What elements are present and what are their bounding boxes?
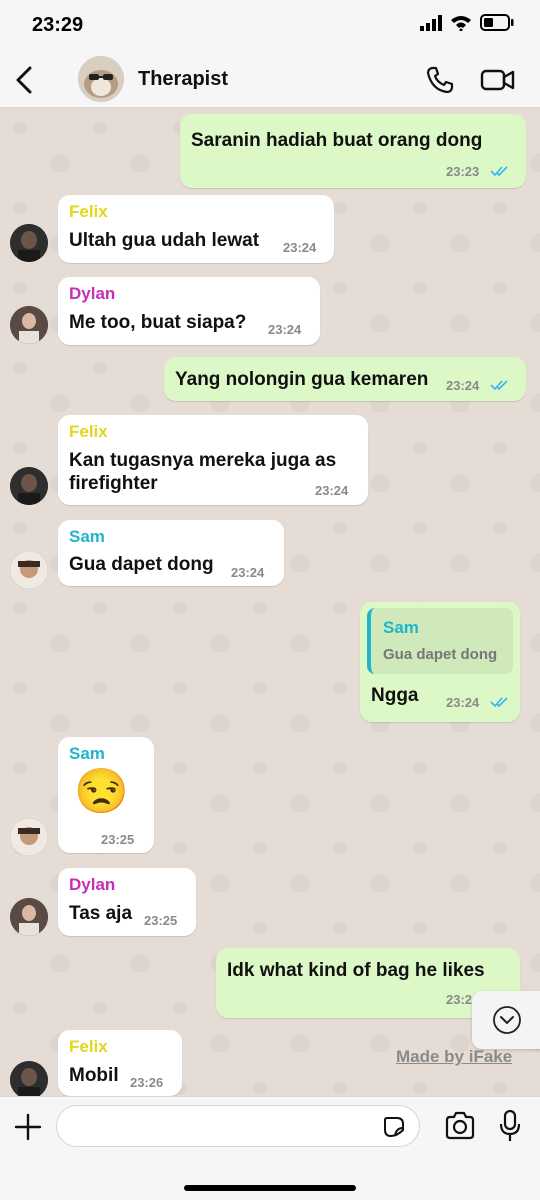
message-input[interactable]	[56, 1105, 420, 1147]
avatar-felix[interactable]	[10, 224, 48, 262]
message-time: 23:25	[101, 832, 135, 847]
sender-name: Dylan	[69, 284, 116, 303]
message-text: Gua dapet dong	[69, 554, 214, 575]
message-incoming[interactable]: Felix Kan tugasnya mereka juga as firefi…	[58, 415, 368, 505]
plus-icon[interactable]	[12, 1111, 44, 1143]
group-avatar[interactable]	[78, 56, 124, 102]
message-time: 23:24	[446, 695, 480, 710]
sender-name: Sam	[69, 527, 105, 546]
unamused-face-emoji: 😒	[74, 767, 129, 816]
message-time: 23:24	[283, 240, 317, 255]
message-text: Idk what kind of bag he likes	[227, 960, 485, 981]
message-outgoing[interactable]: Yang nolongin gua kemaren 23:24	[164, 357, 526, 401]
battery-icon	[480, 14, 514, 31]
message-time: 23:2	[446, 992, 473, 1007]
message-input-bar	[0, 1096, 540, 1200]
chat-header: Therapist	[0, 52, 540, 108]
message-text: Ultah gua udah lewat	[69, 230, 260, 251]
read-receipt-icon	[490, 697, 508, 708]
status-bar: 23:29	[0, 0, 540, 52]
sticker-icon[interactable]	[383, 1116, 405, 1138]
status-time: 23:29	[32, 14, 84, 36]
sender-name: Sam	[69, 744, 105, 763]
wifi-icon	[451, 15, 471, 31]
message-time: 23:24	[446, 378, 480, 393]
avatar-felix[interactable]	[10, 467, 48, 505]
watermark-link[interactable]: Made by iFake	[396, 1047, 512, 1067]
message-text-line2: firefighter	[69, 473, 158, 494]
chat-title[interactable]: Therapist	[138, 68, 228, 91]
message-time: 23:24	[268, 322, 302, 337]
message-incoming[interactable]: Sam 😒 23:25	[58, 737, 154, 853]
message-text: Ngga	[371, 685, 419, 706]
message-time: 23:23	[446, 164, 480, 179]
message-incoming[interactable]: Dylan Tas aja 23:25	[58, 868, 196, 936]
sender-name: Felix	[69, 1037, 108, 1056]
home-indicator	[184, 1185, 356, 1191]
message-time: 23:25	[144, 913, 178, 928]
message-text: Me too, buat siapa?	[69, 312, 247, 333]
hamster-avatar-icon	[78, 56, 124, 102]
signal-icon	[420, 14, 442, 31]
avatar-sam[interactable]	[10, 818, 48, 856]
message-text: Mobil	[69, 1065, 119, 1086]
message-time: 23:24	[231, 565, 265, 580]
message-text: Yang nolongin gua kemaren	[175, 369, 429, 390]
message-time: 23:24	[315, 483, 349, 498]
quoted-text: Gua dapet dong	[383, 646, 498, 663]
message-time: 23:26	[130, 1075, 164, 1090]
scroll-to-bottom-button[interactable]	[472, 991, 540, 1049]
camera-icon[interactable]	[444, 1111, 476, 1141]
message-text-line1: Kan tugasnya mereka juga as	[69, 450, 337, 471]
chevron-down-icon	[493, 1006, 521, 1034]
quoted-sender: Sam	[383, 618, 419, 637]
phone-call-icon[interactable]	[424, 64, 456, 96]
message-incoming[interactable]: Felix Mobil 23:26	[58, 1030, 182, 1096]
sender-name: Felix	[69, 202, 108, 221]
avatar-sam[interactable]	[10, 551, 48, 589]
video-call-icon[interactable]	[480, 64, 516, 96]
message-incoming[interactable]: Dylan Me too, buat siapa? 23:24	[58, 277, 320, 345]
read-receipt-icon	[490, 380, 508, 391]
avatar-dylan[interactable]	[10, 898, 48, 936]
status-icons	[420, 14, 514, 31]
message-incoming[interactable]: Sam Gua dapet dong 23:24	[58, 520, 284, 586]
sender-name: Dylan	[69, 875, 116, 894]
message-text: Tas aja	[69, 903, 133, 924]
message-incoming[interactable]: Felix Ultah gua udah lewat 23:24	[58, 195, 334, 263]
message-outgoing[interactable]: Saranin hadiah buat orang dong 23:23	[180, 114, 526, 188]
message-text: Saranin hadiah buat orang dong	[191, 130, 483, 151]
microphone-icon[interactable]	[498, 1109, 522, 1143]
chat-area[interactable]: Saranin hadiah buat orang dong 23:23 Fel…	[0, 108, 540, 1096]
message-outgoing-reply[interactable]: Sam Gua dapet dong Ngga 23:24	[360, 602, 520, 722]
avatar-felix[interactable]	[10, 1061, 48, 1096]
sender-name: Felix	[69, 422, 108, 441]
quoted-message[interactable]: Sam Gua dapet dong	[367, 608, 513, 674]
back-arrow-icon[interactable]	[8, 62, 44, 98]
avatar-dylan[interactable]	[10, 306, 48, 344]
read-receipt-icon	[490, 166, 508, 177]
